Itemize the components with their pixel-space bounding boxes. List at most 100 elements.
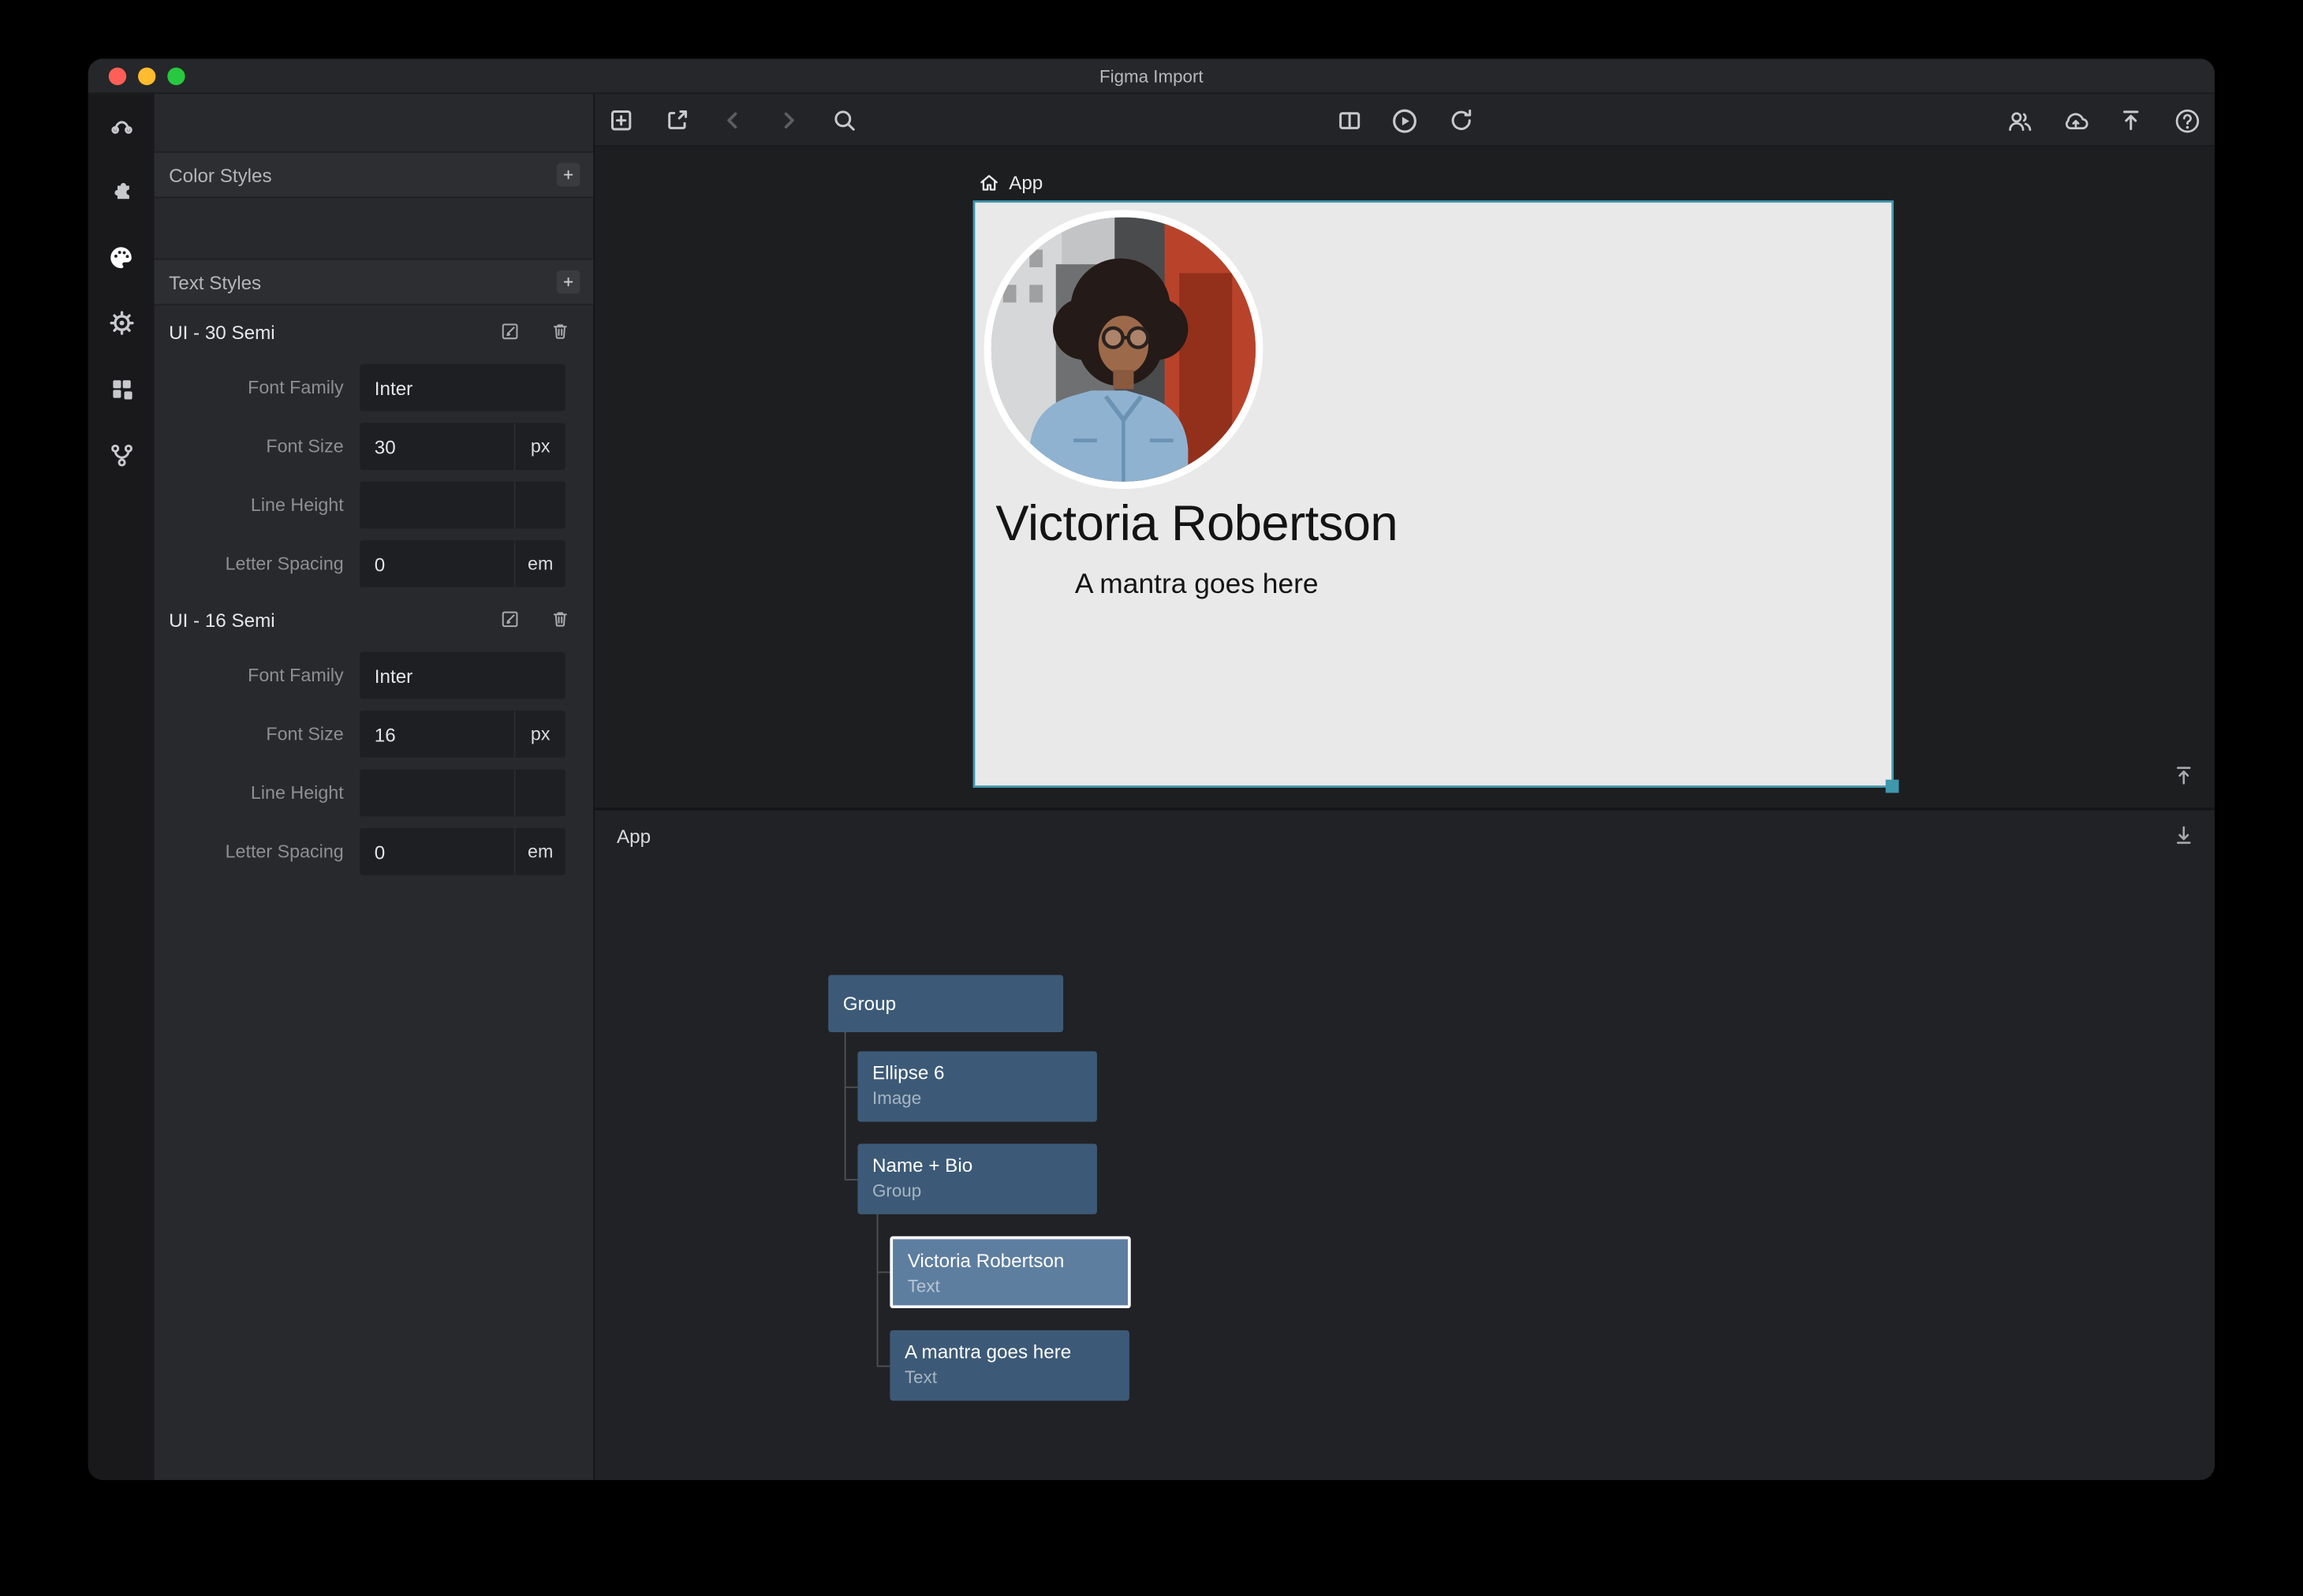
traffic-lights xyxy=(109,68,185,85)
tree-connector xyxy=(877,1366,890,1367)
letter-spacing-input[interactable]: 0 em xyxy=(360,828,565,875)
prop-unit: px xyxy=(516,436,565,457)
text-style-row[interactable]: UI - 30 Semi xyxy=(155,305,594,358)
design-canvas[interactable]: App xyxy=(595,147,2215,807)
tree-node-title: Victoria Robertson xyxy=(908,1250,1114,1272)
breadcrumb-label: App xyxy=(1009,172,1043,194)
plugins-puzzle-icon[interactable] xyxy=(103,173,139,209)
color-styles-title: Color Styles xyxy=(169,164,557,186)
text-style-name: UI - 30 Semi xyxy=(169,321,499,343)
layer-tree-panel: App Group Ellipse 6 Image xyxy=(595,811,2215,1480)
prop-label: Letter Spacing xyxy=(155,841,360,862)
edit-style-icon[interactable] xyxy=(499,608,523,632)
prop-label: Line Height xyxy=(155,782,360,803)
prop-value: 0 xyxy=(360,553,514,575)
tree-node-title: Name + Bio xyxy=(872,1154,1082,1176)
tree-connector xyxy=(877,1214,879,1366)
tree-connector xyxy=(845,1087,858,1088)
help-button[interactable] xyxy=(2169,103,2204,138)
version-branch-icon[interactable] xyxy=(103,438,139,473)
zoom-button[interactable] xyxy=(167,68,185,85)
upload-button[interactable] xyxy=(2113,103,2148,138)
styles-palette-icon[interactable] xyxy=(103,240,139,275)
prop-value: 16 xyxy=(360,723,514,745)
components-icon[interactable] xyxy=(103,371,139,407)
close-button[interactable] xyxy=(109,68,126,85)
tree-node-subtitle: Image xyxy=(872,1088,1082,1109)
artboard-frame[interactable]: Victoria Robertson A mantra goes here xyxy=(975,203,1891,785)
avatar-photo-illustration xyxy=(991,218,1256,482)
prop-label: Font Size xyxy=(155,436,360,457)
edit-style-icon[interactable] xyxy=(499,320,523,344)
tree-connector xyxy=(877,1271,890,1273)
settings-gear-icon[interactable] xyxy=(103,305,139,341)
breadcrumb[interactable]: App xyxy=(978,172,1043,194)
prop-unit: em xyxy=(516,841,565,862)
collaborators-button[interactable] xyxy=(2002,103,2037,138)
refresh-button[interactable] xyxy=(1443,103,1478,138)
font-size-input[interactable]: 16 px xyxy=(360,710,565,758)
titlebar: Figma Import xyxy=(88,58,2215,94)
line-height-input[interactable] xyxy=(360,482,565,529)
artboard-name-text[interactable]: Victoria Robertson xyxy=(995,494,1398,556)
tree-connector xyxy=(845,1032,846,1179)
desktop: Figma Import xyxy=(0,0,2303,1596)
resize-handle[interactable] xyxy=(1886,780,1899,793)
artboard-mantra-text[interactable]: A mantra goes here xyxy=(995,569,1398,602)
prop-label: Line Height xyxy=(155,494,360,515)
tree-connector xyxy=(845,1179,858,1180)
font-size-input[interactable]: 30 px xyxy=(360,423,565,470)
tree-node-title: Ellipse 6 xyxy=(872,1061,1082,1083)
add-color-style-button[interactable] xyxy=(557,163,580,187)
text-style-name: UI - 16 Semi xyxy=(169,609,499,631)
back-button[interactable] xyxy=(715,103,751,138)
prop-value: Inter xyxy=(360,665,565,687)
forward-button[interactable] xyxy=(771,103,807,138)
add-frame-button[interactable] xyxy=(603,103,639,138)
preview-play-button[interactable] xyxy=(1387,103,1423,138)
layer-tree-title: App xyxy=(617,825,651,847)
app-window: Figma Import xyxy=(88,58,2215,1479)
tree-node-title: Group xyxy=(843,993,896,1015)
text-style-row[interactable]: UI - 16 Semi xyxy=(155,593,594,646)
search-button[interactable] xyxy=(827,103,862,138)
avatar-image[interactable] xyxy=(984,210,1263,489)
import-page-button[interactable] xyxy=(659,103,695,138)
main-toolbar xyxy=(595,94,2215,147)
cloud-sync-button[interactable] xyxy=(2058,103,2093,138)
tree-node-victoria-robertson[interactable]: Victoria Robertson Text xyxy=(890,1236,1130,1308)
tree-node-subtitle: Text xyxy=(905,1367,1114,1388)
home-icon xyxy=(978,172,1000,194)
styles-panel: Color Styles Text Styles UI - 30 Semi xyxy=(155,94,595,1480)
prop-unit: px xyxy=(516,724,565,744)
collapse-panel-up-icon[interactable] xyxy=(2169,761,2198,790)
minimize-button[interactable] xyxy=(138,68,155,85)
layout-columns-button[interactable] xyxy=(1331,103,1367,138)
expand-panel-down-icon[interactable] xyxy=(2169,821,2198,850)
color-styles-header: Color Styles xyxy=(155,151,594,199)
prop-value: 30 xyxy=(360,435,514,457)
tree-node-mantra[interactable]: A mantra goes here Text xyxy=(890,1330,1129,1400)
vector-network-icon[interactable] xyxy=(103,107,139,143)
letter-spacing-input[interactable]: 0 em xyxy=(360,540,565,587)
prop-label: Font Family xyxy=(155,665,360,685)
tree-node-subtitle: Text xyxy=(908,1276,1114,1296)
tree-node-group[interactable]: Group xyxy=(828,975,1063,1032)
delete-style-icon[interactable] xyxy=(549,320,573,344)
tree-node-name-bio[interactable]: Name + Bio Group xyxy=(857,1143,1097,1214)
add-text-style-button[interactable] xyxy=(557,270,580,294)
font-family-input[interactable]: Inter xyxy=(360,364,565,412)
tool-rail xyxy=(88,94,155,1480)
prop-value: 0 xyxy=(360,841,514,863)
prop-unit: em xyxy=(516,554,565,574)
tree-node-title: A mantra goes here xyxy=(905,1341,1114,1363)
prop-value xyxy=(360,505,514,506)
delete-style-icon[interactable] xyxy=(549,608,573,632)
font-family-input[interactable]: Inter xyxy=(360,652,565,699)
prop-label: Font Size xyxy=(155,724,360,744)
line-height-input[interactable] xyxy=(360,770,565,817)
tree-node-ellipse6[interactable]: Ellipse 6 Image xyxy=(857,1051,1097,1121)
prop-value: Inter xyxy=(360,377,565,399)
text-styles-header: Text Styles xyxy=(155,259,594,306)
prop-label: Font Family xyxy=(155,378,360,398)
